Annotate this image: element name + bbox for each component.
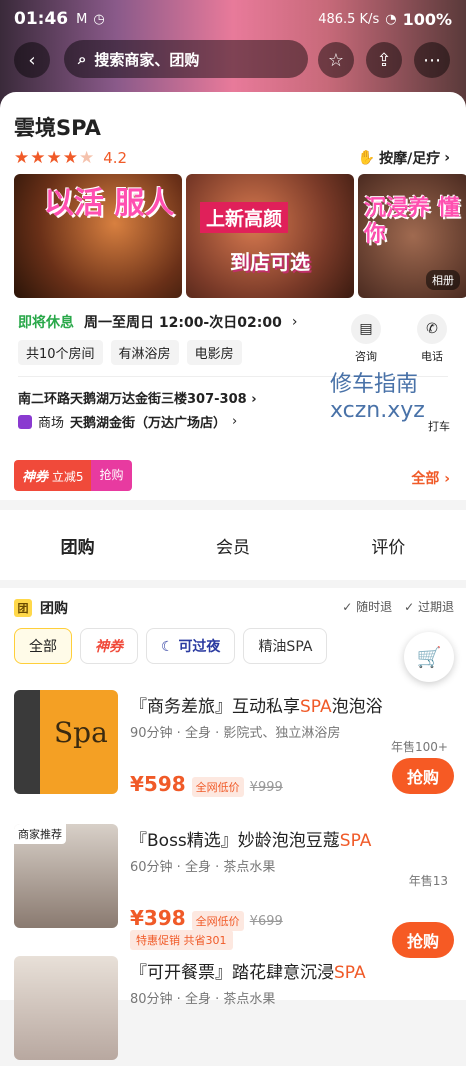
- deal-desc: 90分钟 · 全身 · 影院式、独立淋浴房: [130, 726, 341, 741]
- deal-item[interactable]: 『可开餐票』踏花肆意沉浸SPA 80分钟 · 全身 · 茶点水果: [14, 956, 454, 1066]
- network-speed: 486.5 K/s: [318, 11, 380, 27]
- album-button[interactable]: 相册: [426, 270, 460, 290]
- more-button[interactable]: ⋯: [414, 42, 450, 78]
- deal-item[interactable]: 商家推荐 『Boss精选』妙龄泡泡豆蔻SPA 60分钟 · 全身 · 茶点水果 …: [14, 824, 454, 958]
- mall-icon: [18, 414, 32, 429]
- mall-link[interactable]: 商场 天鹅湖金街（万达广场店） ›: [18, 412, 237, 431]
- section-tabs: 团购 会员 评价: [0, 510, 466, 580]
- buy-button[interactable]: 抢购: [392, 922, 454, 958]
- battery-level: 100%: [402, 9, 452, 29]
- back-button[interactable]: ‹: [14, 42, 50, 78]
- consult-button[interactable]: ▤ 咨询: [346, 314, 386, 364]
- group-buy-section: 团团购 ✓ 随时退 ✓ 过期退 全部 神券 ☾ 可过夜 精油SPA 🛒 Spa …: [0, 588, 466, 1060]
- photo-gallery[interactable]: 以活 服人 上新高颜 到店可选 沉浸养 懂你 相册: [14, 174, 466, 298]
- buy-button[interactable]: 抢购: [392, 758, 454, 794]
- share-button[interactable]: ⇪: [366, 42, 402, 78]
- star-icon: ★: [30, 148, 46, 168]
- merchant-recommend-badge: 商家推荐: [14, 824, 66, 844]
- more-icon: ⋯: [423, 49, 441, 71]
- deal-desc: 60分钟 · 全身 · 茶点水果: [130, 860, 276, 875]
- deal-sold: 年售13: [408, 874, 448, 888]
- facility-tag: 有淋浴房: [110, 340, 179, 365]
- rating: ★ ★ ★ ★ ★ 4.2: [14, 148, 127, 168]
- filter-oil-spa[interactable]: 精油SPA: [243, 628, 328, 664]
- watermark: 修车指南 xczn.xyz: [330, 372, 425, 424]
- coupon-grab-button[interactable]: 抢购: [91, 460, 132, 491]
- taxi-button[interactable]: 打车: [428, 418, 450, 434]
- chevron-right-icon: ›: [444, 150, 450, 166]
- deal-title: 『可开餐票』踏花肆意沉浸SPA: [130, 963, 366, 983]
- status-time: 01:46: [14, 9, 69, 29]
- deal-thumbnail: Spa: [14, 690, 118, 794]
- category-link[interactable]: ✋ 按摩/足疗 ›: [358, 148, 450, 168]
- facility-tag: 电影房: [186, 340, 242, 365]
- deal-desc: 80分钟 · 全身 · 茶点水果: [130, 992, 276, 1007]
- phone-icon: ✆: [417, 314, 447, 344]
- share-icon: ⇪: [376, 49, 392, 71]
- shop-info-card: 雲境SPA ★ ★ ★ ★ ★ 4.2 ✋ 按摩/足疗 › 以活 服人 上新高颜 到店可选 沉…: [0, 92, 466, 500]
- star-icon: ★: [62, 148, 78, 168]
- gallery-photo[interactable]: 沉浸养 懂你 相册: [358, 174, 466, 298]
- hand-icon: ✋: [357, 150, 376, 166]
- facility-tags: 共10个房间 有淋浴房 电影房: [18, 340, 242, 365]
- search-icon: ⌕: [78, 50, 87, 68]
- tab-reviews[interactable]: 评价: [371, 533, 405, 558]
- chevron-right-icon: ›: [291, 314, 298, 330]
- status-bar: 01:46 M ◷ 486.5 K/s ◔ 100%: [0, 0, 466, 38]
- filter-coupon[interactable]: 神券: [80, 628, 138, 664]
- moon-icon: ☾: [161, 639, 174, 655]
- deal-price: ¥398: [130, 906, 186, 930]
- deal-thumbnail: 商家推荐: [14, 824, 118, 928]
- star-icon: ☆: [327, 49, 345, 71]
- low-price-badge: 全网低价: [191, 777, 244, 797]
- favorite-button[interactable]: ☆: [318, 42, 354, 78]
- filter-all[interactable]: 全部: [14, 628, 72, 664]
- coupon-tag: 神券: [22, 470, 49, 485]
- chat-icon: ▤: [351, 314, 381, 344]
- star-icon: ★: [14, 148, 30, 168]
- check-icon: ✓: [404, 600, 415, 614]
- gallery-photo[interactable]: 上新高颜 到店可选: [186, 174, 354, 298]
- business-hours[interactable]: 即将休息 周一至周日 12:00-次日02:00 ›: [18, 312, 297, 332]
- deal-thumbnail: [14, 956, 118, 1060]
- star-icon: ★: [46, 148, 62, 168]
- gallery-photo[interactable]: 以活 服人: [14, 174, 182, 298]
- deal-title: 『商务差旅』互动私享SPA泡泡浴: [130, 697, 383, 717]
- original-price: ¥999: [249, 780, 283, 795]
- promo-badge: 特惠促销 共省301: [130, 930, 233, 950]
- search-input[interactable]: ⌕ 搜索商家、团购: [64, 40, 308, 78]
- tab-membership[interactable]: 会员: [216, 533, 250, 558]
- mail-icon: M: [76, 11, 88, 27]
- tab-group-buy[interactable]: 团购: [60, 533, 95, 560]
- refund-policy: ✓ 随时退 ✓ 过期退: [342, 600, 454, 614]
- cart-icon: 🛒: [416, 645, 442, 669]
- address[interactable]: 南二环路天鹅湖万达金街三楼307-308 ›: [18, 388, 257, 407]
- check-icon: ✓: [342, 600, 353, 614]
- phone-button[interactable]: ✆ 电话: [412, 314, 452, 364]
- deal-sold: 年售100+: [391, 740, 448, 754]
- group-title: 团购: [40, 601, 68, 617]
- deal-price: ¥598: [130, 772, 186, 796]
- top-nav: ‹ ⌕ 搜索商家、团购 ☆ ⇪ ⋯: [0, 40, 466, 80]
- shop-title: 雲境SPA: [14, 116, 101, 140]
- low-price-badge: 全网低价: [191, 911, 244, 931]
- cart-button[interactable]: 🛒: [404, 632, 454, 682]
- original-price: ¥699: [249, 914, 283, 929]
- clock-icon: ◷: [93, 11, 105, 27]
- chevron-left-icon: ‹: [28, 49, 36, 71]
- deal-title: 『Boss精选』妙龄泡泡豆蔻SPA: [130, 831, 372, 851]
- deal-item[interactable]: Spa 『商务差旅』互动私享SPA泡泡浴 90分钟 · 全身 · 影院式、独立淋…: [14, 690, 454, 800]
- group-icon: 团: [14, 599, 32, 617]
- facility-tag: 共10个房间: [18, 340, 103, 365]
- all-coupons-link[interactable]: 全部 ›: [411, 468, 450, 488]
- star-half-icon: ★: [79, 148, 95, 168]
- coupon-banner[interactable]: 神券 立减5 抢购: [14, 460, 132, 491]
- filter-overnight[interactable]: ☾ 可过夜: [146, 628, 236, 664]
- rating-value: 4.2: [103, 149, 128, 167]
- filter-bar: 全部 神券 ☾ 可过夜 精油SPA: [14, 628, 328, 664]
- wifi-icon: ◔: [385, 11, 397, 27]
- open-status: 即将休息: [18, 315, 74, 331]
